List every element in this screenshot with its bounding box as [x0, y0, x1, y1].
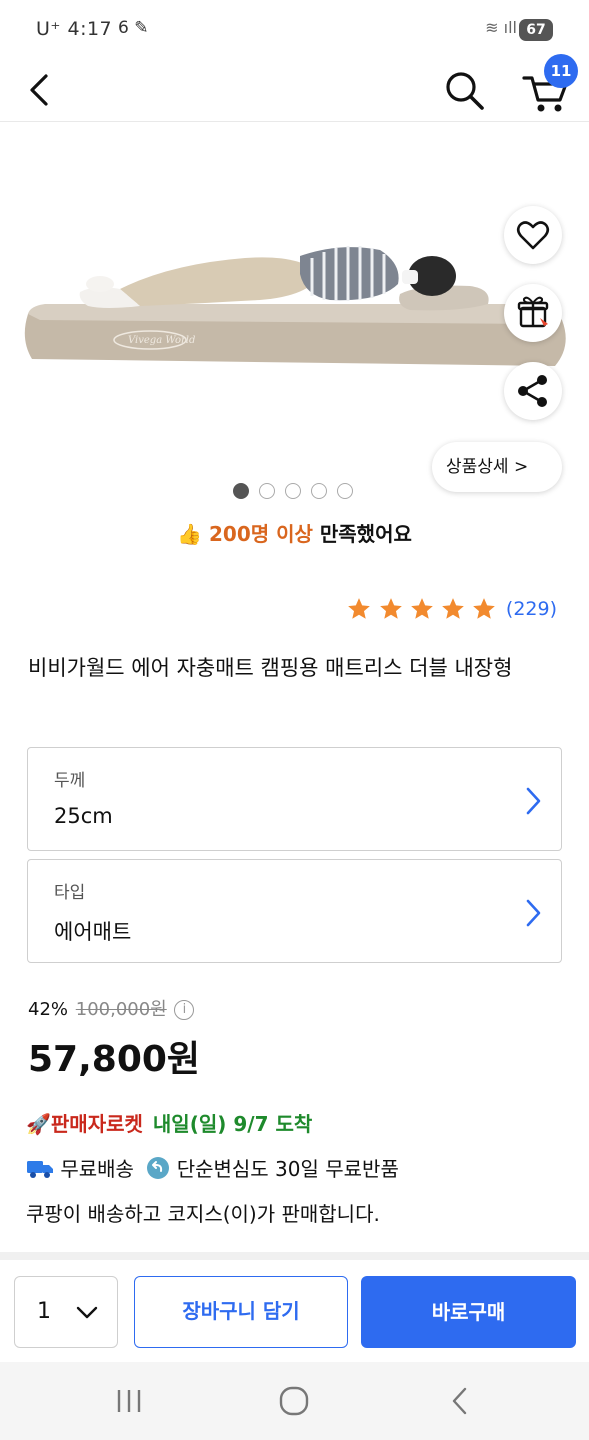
discount-row: 42% 100,000원 i — [28, 995, 195, 1021]
search-icon — [446, 72, 484, 110]
signal-icons: ≋ ıll — [485, 18, 517, 37]
satisfaction-highlight: 200명 이상 — [208, 522, 313, 546]
sale-price: 57,800원 — [28, 1039, 201, 1080]
home-button[interactable] — [274, 1384, 314, 1418]
delivery-row: 🚀판매자로켓 내일(일) 9/7 도착 — [26, 1108, 312, 1137]
option-label: 두께 — [54, 771, 86, 791]
option-type[interactable]: 타입 에어매트 — [27, 859, 562, 963]
star-icon — [441, 598, 464, 619]
chevron-down-icon — [76, 1306, 98, 1319]
chevron-right-icon — [526, 899, 541, 927]
thumbs-up-icon: 👍 — [177, 522, 203, 546]
quantity-value: 1 — [37, 1299, 51, 1324]
chevron-left-icon — [30, 74, 48, 106]
quantity-select[interactable]: 1 — [14, 1276, 118, 1348]
pagination-dot[interactable] — [285, 483, 301, 499]
product-title: 비비가월드 에어 자충매트 캠핑용 매트리스 더블 내장형 — [28, 656, 513, 680]
back-button[interactable] — [22, 68, 58, 112]
arrival-date: 내일(일) 9/7 도착 — [152, 1112, 313, 1136]
buy-now-button[interactable]: 바로구매 — [361, 1276, 576, 1348]
free-return-text: 단순변심도 30일 무료반품 — [176, 1157, 399, 1181]
pagination-dot[interactable] — [311, 483, 327, 499]
satisfaction-text: 만족했어요 — [312, 522, 412, 546]
pagination-dot[interactable] — [259, 483, 275, 499]
review-count-link[interactable]: (229) — [506, 598, 557, 620]
star-icon — [379, 598, 402, 619]
seller-info: 쿠팡이 배송하고 코지스(이)가 판매합니다. — [26, 1202, 380, 1226]
rocket-delivery-label: 🚀판매자로켓 — [26, 1112, 143, 1136]
rating[interactable]: (229) — [346, 596, 557, 626]
pagination-dot[interactable] — [233, 483, 249, 499]
battery-icon: 67 — [519, 19, 553, 41]
option-thickness[interactable]: 두께 25cm — [27, 747, 562, 851]
home-icon — [279, 1386, 309, 1416]
gift-button[interactable] — [504, 284, 562, 342]
product-detail-button[interactable]: 상품상세 > — [432, 442, 562, 492]
satisfaction-banner: 👍 200명 이상 만족했어요 — [0, 518, 589, 547]
chevron-right-icon — [526, 787, 541, 815]
discount-rate: 42% — [28, 999, 69, 1020]
system-back-button[interactable] — [440, 1384, 480, 1418]
star-icon — [472, 598, 495, 619]
add-to-cart-button[interactable]: 장바구니 담기 — [134, 1276, 348, 1348]
search-button[interactable] — [440, 66, 488, 114]
option-value: 25cm — [54, 804, 113, 828]
notification-icons: 6 ✎ — [118, 18, 149, 38]
original-price: 100,000원 — [75, 999, 167, 1020]
section-divider — [0, 1252, 589, 1260]
share-button[interactable] — [504, 362, 562, 420]
image-pagination — [233, 483, 363, 501]
recent-apps-icon — [117, 1390, 141, 1412]
return-icon — [147, 1157, 170, 1179]
back-arrow-icon — [452, 1387, 467, 1415]
free-shipping-text: 무료배송 — [60, 1157, 134, 1181]
system-nav-bar — [0, 1362, 589, 1440]
status-bar: U⁺ 4:17 6 ✎ ≋ ıll 67 — [0, 0, 589, 60]
option-label: 타입 — [54, 883, 86, 903]
svg-text:Vivega World: Vivega World — [128, 335, 195, 346]
star-icon — [348, 598, 371, 619]
status-time: U⁺ 4:17 — [36, 18, 113, 40]
option-value: 에어매트 — [54, 920, 132, 944]
info-icon[interactable]: i — [174, 1000, 195, 1020]
app-header — [0, 60, 589, 122]
cart-count-badge: 11 — [544, 54, 578, 88]
gift-icon — [517, 296, 549, 328]
truck-icon — [27, 1161, 53, 1178]
star-icon — [410, 598, 433, 619]
purchase-bar: 1 장바구니 담기 바로구매 — [0, 1262, 589, 1362]
recent-apps-button[interactable] — [110, 1384, 150, 1418]
shipping-row: 무료배송 단순변심도 30일 무료반품 — [26, 1153, 399, 1182]
heart-icon — [516, 221, 550, 250]
pagination-dot[interactable] — [337, 483, 353, 499]
share-icon — [518, 375, 547, 407]
wishlist-button[interactable] — [504, 206, 562, 264]
